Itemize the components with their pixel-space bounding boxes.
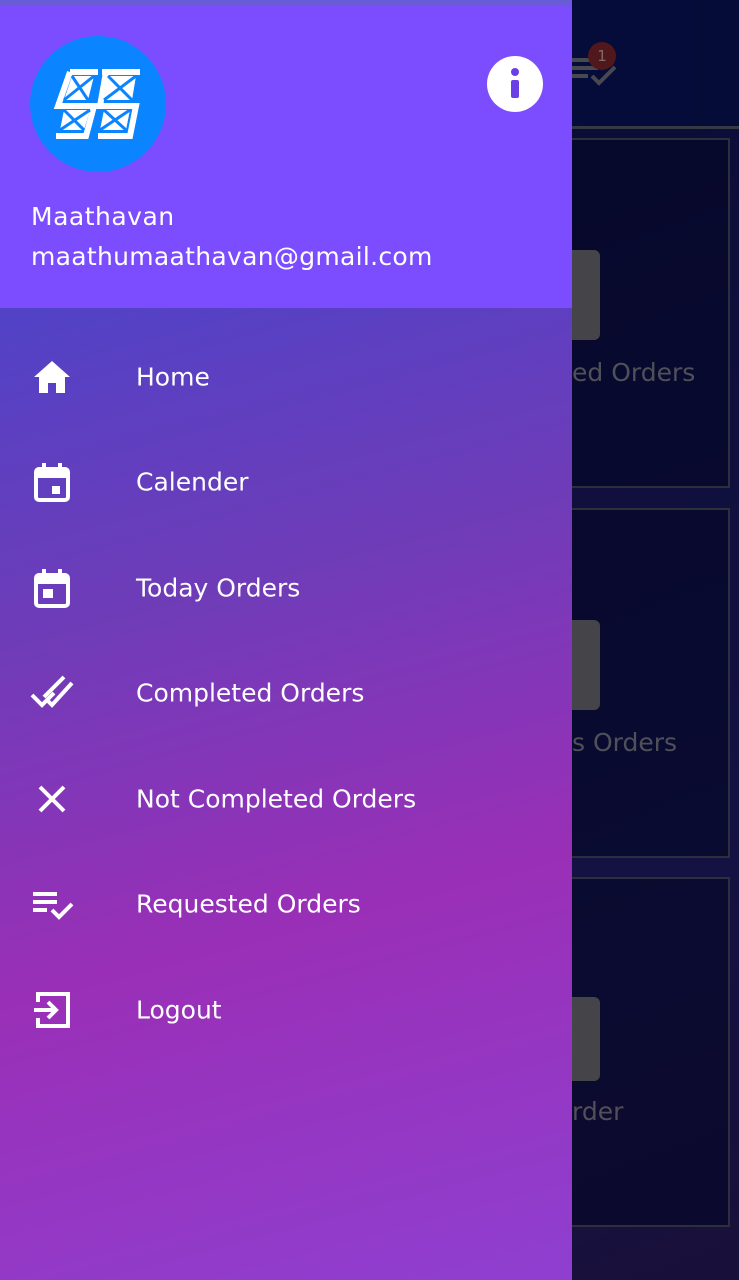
menu-item-calender[interactable]: Calender: [0, 430, 572, 536]
info-icon: [511, 68, 519, 98]
user-email: maathumaathavan@gmail.com: [31, 242, 433, 271]
calendar-today-icon: [34, 568, 70, 608]
app-logo-icon: [30, 36, 166, 172]
menu-item-requested-orders[interactable]: Requested Orders: [0, 852, 572, 958]
screen: 1 ed Orders s Orders rder Maathavan maat…: [0, 0, 739, 1280]
calendar-icon: [34, 463, 70, 503]
menu-item-label: Today Orders: [136, 573, 301, 603]
navigation-drawer: Maathavan maathumaathavan@gmail.com Home…: [0, 0, 572, 1280]
playlist-check-icon: [33, 892, 74, 921]
menu-item-home[interactable]: Home: [0, 324, 572, 430]
drawer-menu: Home Calender Today Orders Completed Ord…: [0, 324, 572, 1063]
menu-item-label: Requested Orders: [136, 889, 361, 919]
menu-item-label: Logout: [136, 995, 222, 1025]
menu-item-label: Home: [136, 362, 210, 392]
menu-item-logout[interactable]: Logout: [0, 957, 572, 1063]
home-icon: [34, 360, 70, 393]
drawer-header: Maathavan maathumaathavan@gmail.com: [0, 6, 572, 308]
double-check-icon: [30, 675, 74, 709]
menu-item-completed-orders[interactable]: Completed Orders: [0, 641, 572, 747]
close-icon: [38, 785, 66, 813]
menu-item-not-completed-orders[interactable]: Not Completed Orders: [0, 746, 572, 852]
menu-item-label: Not Completed Orders: [136, 784, 417, 814]
menu-item-label: Calender: [136, 467, 249, 497]
menu-item-label: Completed Orders: [136, 678, 365, 708]
user-name: Maathavan: [31, 202, 175, 231]
logout-icon: [34, 991, 70, 1028]
menu-item-today-orders[interactable]: Today Orders: [0, 535, 572, 641]
info-button[interactable]: [487, 56, 543, 112]
